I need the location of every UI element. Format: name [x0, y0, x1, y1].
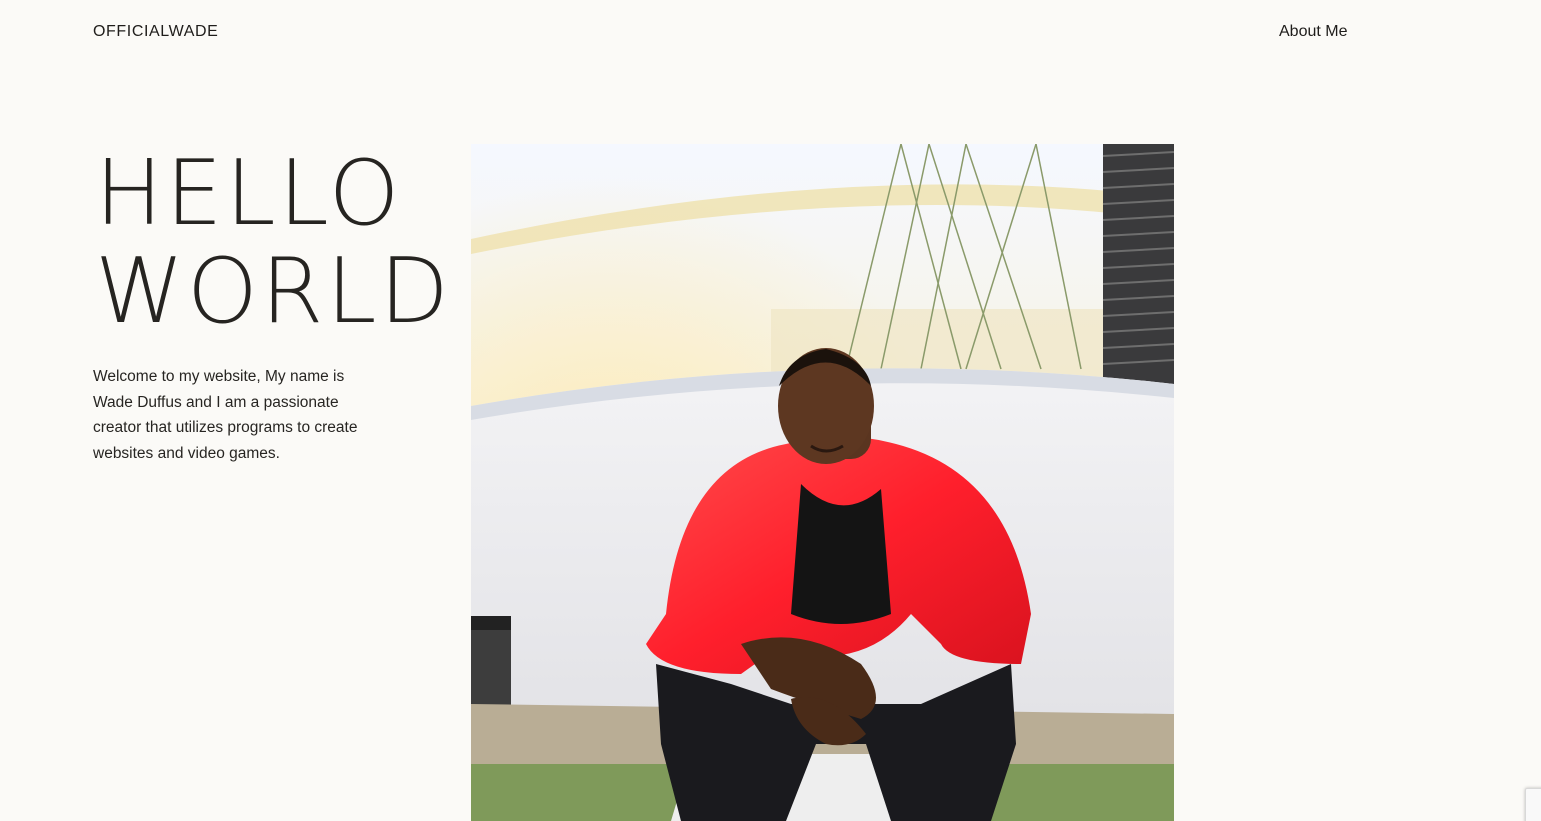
page: OFFICIALWADE About Me HELLO WORLD Welcom… [0, 0, 1541, 821]
hero-title-line-2: WORLD [95, 239, 452, 344]
nav-about-me-link[interactable]: About Me [1279, 23, 1347, 41]
profile-photo [471, 144, 1174, 821]
intro-text: Welcome to my website, My name is Wade D… [93, 368, 358, 463]
hero-title-line-1: HELLO [95, 141, 403, 246]
recaptcha-badge-icon[interactable] [1525, 788, 1541, 821]
profile-photo-illustration [471, 144, 1174, 821]
hero-title: HELLO WORLD [95, 145, 452, 341]
site-logo-link[interactable]: OFFICIALWADE [93, 23, 218, 41]
